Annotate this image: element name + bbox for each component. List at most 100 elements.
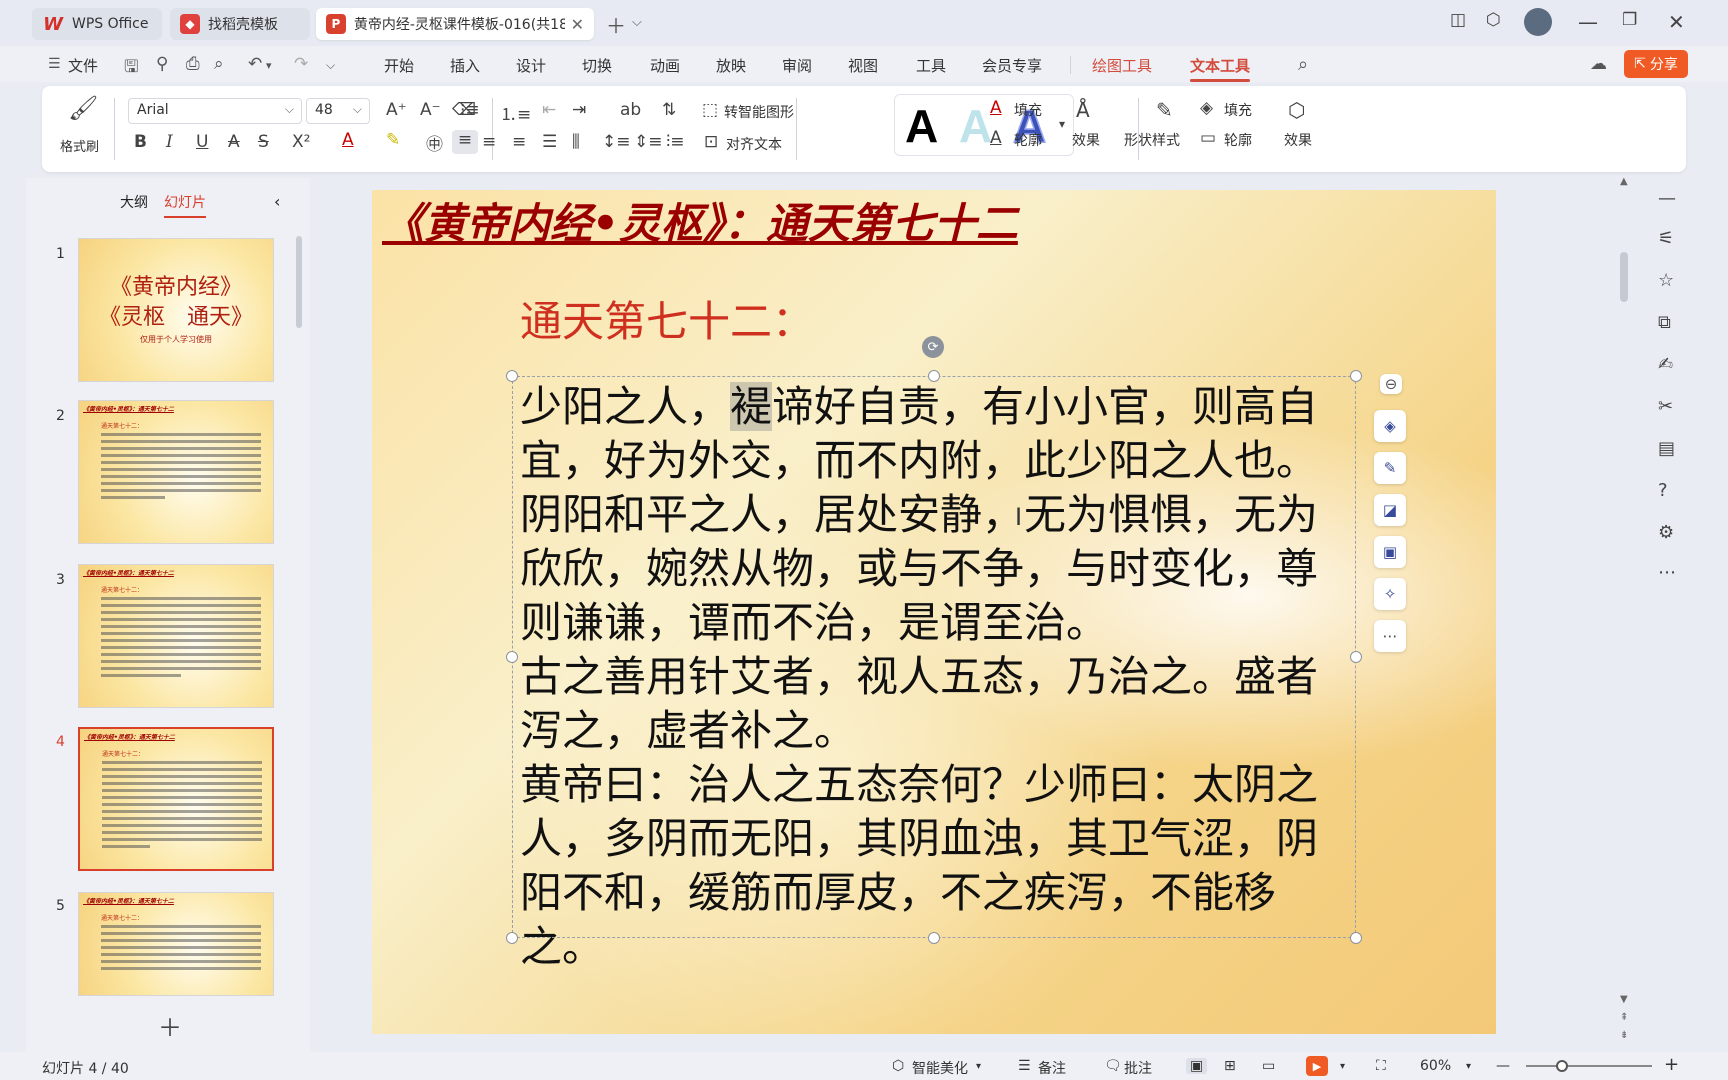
star-icon[interactable]: ☆ xyxy=(1658,270,1674,291)
strikethrough-icon[interactable]: A xyxy=(228,132,240,152)
shape-style-button[interactable]: 形状样式 xyxy=(1124,130,1180,150)
search-icon[interactable]: ⌕ xyxy=(1298,54,1308,75)
zoom-level[interactable]: 60% xyxy=(1420,1058,1451,1074)
text-style-light-blue[interactable]: A xyxy=(959,99,992,153)
print-icon[interactable]: ⎙ xyxy=(186,54,200,74)
collapse-toolbar-icon[interactable]: ⊖ xyxy=(1380,374,1402,394)
cube-icon[interactable]: ⬡ xyxy=(1486,10,1501,30)
font-family-select[interactable]: Arial ⌵ xyxy=(128,98,302,124)
sorter-view-icon[interactable]: ⊞ xyxy=(1224,1058,1236,1074)
text-effects-icon[interactable]: Å xyxy=(1076,98,1090,122)
more-quick-icon[interactable]: ⌵ xyxy=(326,58,335,73)
tools-icon[interactable]: ✂ xyxy=(1658,396,1673,417)
menu-design[interactable]: 设计 xyxy=(516,55,546,76)
resize-handle-bottom-right[interactable] xyxy=(1350,932,1362,944)
collapse-sidebar-icon[interactable]: — xyxy=(1658,188,1676,209)
align-left-icon[interactable]: ≡ xyxy=(452,130,478,154)
shape-outline-button[interactable]: 轮廓 xyxy=(1224,130,1252,150)
resize-handle-left[interactable] xyxy=(506,651,518,663)
new-tab-icon[interactable]: ＋ xyxy=(606,10,626,39)
distribute-icon[interactable]: ⫼ xyxy=(572,132,580,152)
previous-slide-icon[interactable]: ⇞ xyxy=(1620,1012,1628,1023)
increase-font-icon[interactable]: A⁺ xyxy=(386,100,407,120)
next-slide-icon[interactable]: ⇟ xyxy=(1620,1030,1628,1041)
menu-view[interactable]: 视图 xyxy=(848,55,878,76)
close-window-icon[interactable]: ✕ xyxy=(1668,10,1685,34)
pen-icon[interactable]: ✎ xyxy=(1374,452,1406,484)
play-slideshow-icon[interactable]: ▶ xyxy=(1306,1056,1328,1076)
beautify-button[interactable]: 智能美化 xyxy=(912,1058,968,1078)
book-icon[interactable]: ▤ xyxy=(1658,438,1675,459)
slide-thumbnail-1[interactable]: 《黄帝内经》 《灵枢 通天》 仅用于个人学习使用 xyxy=(78,238,274,382)
copy-shape-icon[interactable]: ⧉ xyxy=(1658,312,1671,333)
char-spacing-icon[interactable]: ab xyxy=(620,100,641,120)
menu-review[interactable]: 审阅 xyxy=(782,55,812,76)
tab-wps-home[interactable]: W WPS Office xyxy=(32,8,162,40)
justify-icon[interactable]: ☰ xyxy=(542,132,557,152)
undo-dropdown-icon[interactable]: ▾ xyxy=(266,59,272,72)
cloud-sync-icon[interactable]: ☁ xyxy=(1590,54,1607,74)
reading-view-icon[interactable]: ▭ xyxy=(1262,1058,1275,1074)
more-options-icon[interactable]: ⋯ xyxy=(1374,620,1406,652)
redo-icon[interactable]: ↷ xyxy=(294,54,308,74)
share-link-icon[interactable]: ⚲ xyxy=(156,54,168,74)
line-spacing-icon[interactable]: ↕≡ xyxy=(602,132,631,152)
close-tab-icon[interactable]: ✕ xyxy=(571,15,584,34)
tab-templates[interactable]: ◆ 找稻壳模板 xyxy=(170,8,310,40)
highlight-icon[interactable]: ✎ xyxy=(386,130,400,150)
normal-view-icon[interactable]: ▣ xyxy=(1186,1058,1208,1074)
hamburger-icon[interactable]: ☰ xyxy=(48,56,61,72)
scroll-down-icon[interactable]: ▼ xyxy=(1620,994,1628,1005)
text-outline-button[interactable]: 轮廓 xyxy=(1014,130,1042,150)
decrease-font-icon[interactable]: A⁻ xyxy=(420,100,441,120)
text-direction-icon[interactable]: ⇅ xyxy=(662,100,676,120)
text-style-black[interactable]: A xyxy=(905,99,938,153)
rotate-handle-icon[interactable]: ⟳ xyxy=(922,336,944,358)
format-painter-icon[interactable]: 🖌 xyxy=(68,94,98,122)
menu-file[interactable]: 文件 xyxy=(68,55,98,76)
bullets-icon[interactable]: ⁝≡ xyxy=(460,100,480,120)
settings-icon[interactable]: ⚙ xyxy=(1658,522,1674,543)
chevron-down-icon[interactable]: ▾ xyxy=(1466,1061,1471,1072)
smart-art-icon[interactable]: ⬚ xyxy=(702,100,718,120)
undo-icon[interactable]: ↶ xyxy=(248,54,262,74)
scroll-up-icon[interactable]: ▲ xyxy=(1620,176,1628,187)
format-painter-label[interactable]: 格式刷 xyxy=(60,136,99,155)
save-icon[interactable]: 🖫 xyxy=(124,54,138,83)
resize-handle-right[interactable] xyxy=(1350,651,1362,663)
shape-fill-button[interactable]: 填充 xyxy=(1224,100,1252,120)
tab-slides[interactable]: 幻灯片 xyxy=(164,192,206,218)
fill-bucket-icon[interactable]: ◪ xyxy=(1374,494,1406,526)
ai-pen-icon[interactable]: ✍ xyxy=(1658,354,1673,375)
print-preview-icon[interactable]: ⌕ xyxy=(214,54,224,74)
slide-thumbnail-4-selected[interactable]: 《黄帝内经•灵枢》：通天第七十二 通天第七十二： xyxy=(78,727,274,871)
avatar[interactable] xyxy=(1524,8,1552,36)
share-button[interactable]: ⇱ 分享 xyxy=(1624,50,1688,78)
menu-member[interactable]: 会员专享 xyxy=(982,55,1042,76)
align-right-icon[interactable]: ≡ xyxy=(512,132,526,152)
menu-slideshow[interactable]: 放映 xyxy=(716,55,746,76)
align-text-icon[interactable]: ⊡ xyxy=(704,132,718,152)
decrease-indent-icon[interactable]: ⇤ xyxy=(542,100,556,120)
add-slide-icon[interactable]: ＋ xyxy=(158,1008,182,1043)
slide-subtitle[interactable]: 通天第七十二： xyxy=(520,288,814,349)
menu-drawing-tools[interactable]: 绘图工具 xyxy=(1092,55,1152,76)
panel-scrollbar[interactable] xyxy=(296,236,302,328)
menu-animation[interactable]: 动画 xyxy=(650,55,680,76)
text-style-gallery[interactable]: A A A ▾ xyxy=(894,94,1074,156)
phonetic-icon[interactable]: ㊥ xyxy=(426,130,443,155)
resize-handle-top-right[interactable] xyxy=(1350,370,1362,382)
shape-effects-icon[interactable]: ⬡ xyxy=(1288,98,1305,122)
shape-fill-icon[interactable]: ◈ xyxy=(1200,98,1213,118)
resize-handle-bottom[interactable] xyxy=(928,932,940,944)
tab-active-document[interactable]: P 黄帝内经-灵枢课件模板-016(共18 ✕ xyxy=(316,8,594,40)
slide-thumbnail-2[interactable]: 《黄帝内经•灵枢》：通天第七十二 通天第七十二： xyxy=(78,400,274,544)
shape-effects-button[interactable]: 效果 xyxy=(1284,130,1312,150)
font-size-select[interactable]: 48 ⌵ xyxy=(306,98,370,124)
help-icon[interactable]: ? xyxy=(1658,480,1668,501)
menu-text-tools[interactable]: 文本工具 xyxy=(1190,55,1251,82)
align-text-button[interactable]: 对齐文本 xyxy=(726,134,782,154)
zoom-out-icon[interactable]: — xyxy=(1496,1058,1510,1074)
bold-icon[interactable]: B xyxy=(134,132,147,152)
convert-smart-shape[interactable]: 转智能图形 xyxy=(724,102,794,122)
